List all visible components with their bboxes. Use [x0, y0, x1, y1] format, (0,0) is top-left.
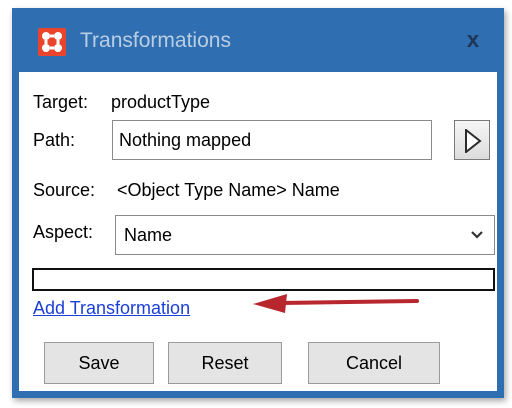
- source-value: <Object Type Name> Name: [117, 180, 340, 200]
- transformations-list[interactable]: [32, 268, 495, 291]
- add-transformation-link[interactable]: Add Transformation: [33, 298, 190, 319]
- dialog-content: Target: productType Path: Nothing mapped…: [19, 72, 497, 391]
- path-label: Path:: [33, 130, 76, 150]
- path-browse-button[interactable]: [454, 120, 490, 160]
- cancel-button[interactable]: Cancel: [308, 342, 440, 384]
- transformations-app-icon: [38, 28, 66, 56]
- target-label: Target:: [33, 92, 89, 112]
- window-title: Transformations: [80, 29, 231, 52]
- aspect-label: Aspect:: [33, 222, 94, 242]
- chevron-down-icon: [471, 231, 483, 239]
- path-field[interactable]: Nothing mapped: [112, 120, 432, 160]
- source-label: Source:: [33, 180, 96, 200]
- aspect-select[interactable]: Name: [115, 215, 495, 255]
- title-bar[interactable]: Transformations x: [12, 8, 504, 72]
- play-arrow-icon: [465, 129, 482, 153]
- close-button[interactable]: x: [460, 26, 486, 54]
- reset-button[interactable]: Reset: [168, 342, 282, 384]
- save-button[interactable]: Save: [44, 342, 154, 384]
- transformations-dialog: Transformations x Target: productType Pa…: [12, 8, 504, 398]
- target-value: productType: [111, 92, 211, 112]
- aspect-selected-value: Name: [124, 225, 173, 245]
- annotation-arrow-icon: [253, 294, 419, 313]
- close-icon: x: [466, 27, 480, 52]
